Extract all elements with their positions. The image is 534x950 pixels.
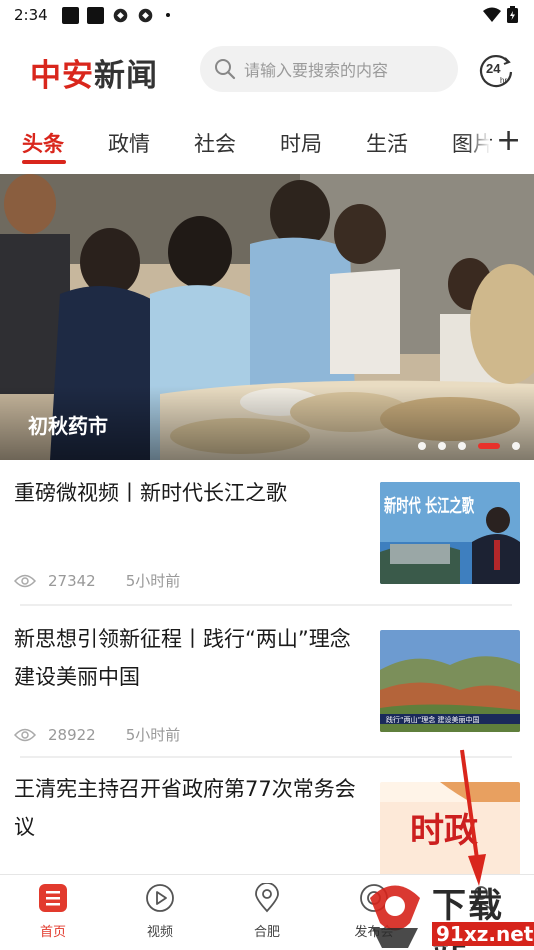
24hr-icon-unit: hr (500, 76, 507, 85)
nav-video-label: 视频 (146, 925, 173, 940)
status-time: 2:34 (14, 6, 48, 24)
views-eye-icon (14, 574, 36, 587)
news-title: 新思想引领新征程丨践行“两山”理念 建设美丽中国 (14, 627, 351, 689)
views-eye-icon (14, 728, 36, 741)
news-item[interactable]: 重磅微视频丨新时代长江之歌 27342 5小时前 新时代 长江之歌 (0, 474, 534, 604)
tab-society[interactable]: 社会 (194, 128, 236, 158)
banner-title: 初秋药市 (28, 414, 108, 438)
notification-app-icon (86, 6, 104, 24)
tab-headlines[interactable]: 头条 (22, 128, 64, 158)
annotation-arrow (460, 749, 486, 886)
24hr-icon-number: 24 (486, 61, 501, 76)
status-bar: 2:34 (0, 0, 534, 30)
notification-sync-icon (113, 8, 127, 22)
nav-home-label: 首页 (39, 925, 66, 940)
notification-app-icon (61, 6, 79, 24)
news-time: 5小时前 (125, 726, 181, 744)
pager-dot (458, 442, 466, 450)
tab-politics[interactable]: 政情 (108, 128, 150, 158)
thumb-caption: 新时代 长江之歌 (384, 495, 475, 517)
active-tab-indicator (22, 160, 66, 164)
notification-sync-icon (138, 8, 152, 22)
wifi-icon (483, 7, 501, 22)
status-system-icons (483, 6, 518, 23)
location-icon (255, 883, 279, 913)
nav-home[interactable]: 首页 (13, 883, 93, 947)
watermark-logo-icon (370, 885, 420, 948)
news-views: 28922 (48, 725, 96, 744)
search-icon (215, 59, 236, 80)
news-thumbnail: 践行“两山”理念 建设美丽中国 (380, 630, 520, 732)
news-views: 27342 (48, 571, 96, 590)
news-thumbnail: 新时代 长江之歌 (380, 482, 520, 584)
search-placeholder: 请输入要搜索的内容 (244, 61, 389, 80)
news-title: 王清宪主持召开省政府第77次常务会议 (14, 777, 356, 839)
news-item[interactable]: 新思想引领新征程丨践行“两山”理念 建设美丽中国 28922 5小时前 践行“两… (0, 620, 534, 756)
play-icon (146, 884, 174, 912)
logo-text-dark: 新闻 (94, 58, 158, 94)
logo-text-red: 中安 (30, 58, 94, 94)
news-meta: 27342 5小时前 (14, 570, 180, 591)
category-tabs: 头条 政情 社会 时局 生活 图片 + (0, 120, 534, 170)
thumb-caption: 践行“两山”理念 建设美丽中国 (386, 715, 479, 724)
news-meta: 28922 5小时前 (14, 724, 180, 745)
24hr-icon[interactable]: 24 hr (478, 52, 514, 88)
nav-hefei-label: 合肥 (253, 925, 280, 940)
site-watermark: 下载站 91xz.net (360, 878, 534, 950)
banner-carousel[interactable]: 初秋药市 (0, 174, 534, 460)
pager-dot (418, 442, 426, 450)
pager-dot-active (478, 443, 500, 449)
battery-icon (507, 6, 518, 23)
watermark-url: 91xz.net (432, 922, 534, 946)
nav-hefei[interactable]: 合肥 (227, 883, 307, 947)
tab-fade-overlay (468, 120, 490, 170)
nav-video[interactable]: 视频 (120, 883, 200, 947)
home-list-icon (39, 884, 67, 912)
pager-dot (438, 442, 446, 450)
news-divider (20, 604, 512, 606)
tab-current-affairs[interactable]: 时局 (280, 128, 322, 158)
news-title: 重磅微视频丨新时代长江之歌 (14, 481, 287, 505)
app-header: 中安新闻 请输入要搜索的内容 24 hr (0, 40, 534, 100)
news-divider (20, 756, 512, 758)
news-time: 5小时前 (125, 572, 181, 590)
carousel-pager (418, 442, 520, 450)
add-channel-button[interactable]: + (496, 126, 521, 156)
search-input[interactable]: 请输入要搜索的内容 (200, 46, 458, 92)
app-logo: 中安新闻 (30, 50, 158, 95)
tab-life[interactable]: 生活 (366, 128, 408, 158)
more-notifications-dot (165, 13, 170, 17)
status-notification-icons (61, 6, 170, 24)
pager-dot (512, 442, 520, 450)
